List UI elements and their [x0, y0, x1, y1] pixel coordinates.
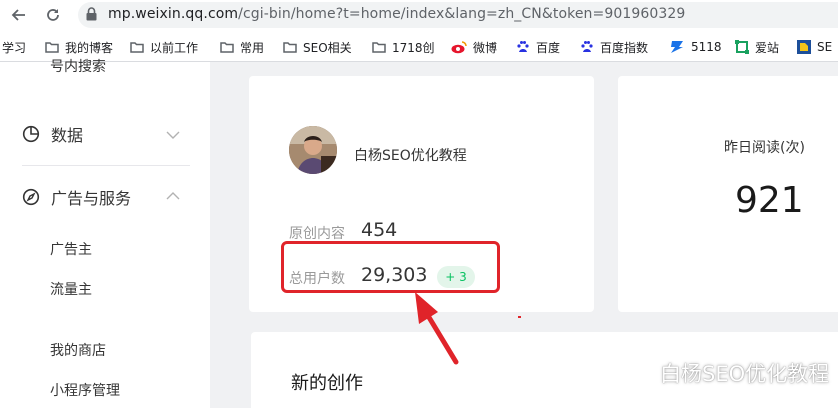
- bookmark-item[interactable]: 常用: [220, 38, 264, 56]
- yesterday-reads-label: 昨日阅读(次): [724, 140, 805, 156]
- bookmark-item[interactable]: 1718创: [372, 38, 435, 56]
- bookmark-item[interactable]: SEO相关: [283, 38, 352, 56]
- account-name[interactable]: 白杨SEO优化教程: [354, 145, 467, 165]
- sidebar-item-publisher[interactable]: 流量主: [50, 279, 92, 299]
- yesterday-reads-card: 昨日阅读(次) 921: [618, 76, 838, 312]
- bookmark-item[interactable]: 百度指数: [580, 38, 648, 56]
- folder-icon: [220, 41, 234, 53]
- bookmark-item[interactable]: 学习: [2, 38, 26, 56]
- bookmark-item[interactable]: 以前工作: [130, 38, 198, 56]
- bookmark-label: SEO相关: [303, 40, 352, 55]
- 5118-icon: [669, 40, 685, 54]
- bookmark-label: 以前工作: [150, 40, 199, 55]
- yesterday-reads-value: 921: [735, 180, 804, 221]
- bookmark-item[interactable]: 5118: [669, 38, 722, 56]
- reload-icon[interactable]: [42, 4, 64, 26]
- baidu-icon: [580, 40, 594, 54]
- bookmark-label: 爱站: [755, 40, 780, 55]
- chart-pie-icon: [22, 125, 40, 143]
- aizhan-icon: [735, 40, 749, 54]
- sidebar-item-my-store[interactable]: 我的商店: [50, 340, 106, 360]
- bookmark-label: SE: [817, 40, 833, 54]
- seo-icon: [797, 40, 811, 54]
- wechat-watermark: 白杨SEO优化教程: [624, 358, 829, 388]
- bookmark-item[interactable]: SE: [797, 38, 832, 56]
- chevron-down-icon[interactable]: [166, 130, 180, 140]
- bookmarks-bar: 学习 我的博客 以前工作 常用 SEO相关 1718创 微博 百度 百度指数 5118 爱站 SE: [0, 30, 838, 62]
- bookmark-label: 1718创: [392, 40, 435, 55]
- compass-icon: [22, 188, 40, 206]
- sidebar-group-label: 广告与服务: [51, 189, 132, 208]
- annotation-highlight-box: [281, 241, 500, 293]
- section-title-new-creation: 新的创作: [291, 373, 363, 394]
- annotation-dot: [518, 316, 521, 318]
- sidebar-item-search[interactable]: 号内搜索: [50, 56, 106, 76]
- bookmark-label: 学习: [2, 40, 27, 55]
- bookmark-label: 微博: [473, 40, 498, 55]
- bookmark-label: 常用: [240, 40, 265, 55]
- original-content-value: 454: [361, 219, 398, 241]
- original-content-label: 原创内容: [289, 226, 345, 242]
- baidu-icon: [516, 40, 530, 54]
- folder-icon: [283, 41, 297, 53]
- url-field[interactable]: mp.weixin.qq.com/cgi-bin/home?t=home/ind…: [78, 2, 838, 28]
- folder-icon: [45, 41, 59, 53]
- sidebar-item-miniprogram[interactable]: 小程序管理: [50, 380, 120, 400]
- wechat-icon: [624, 361, 654, 384]
- folder-icon: [372, 41, 386, 53]
- sidebar: 号内搜索 数据 广告与服务 广告主 流量主 我的商店 小程序管理: [0, 59, 210, 408]
- sidebar-item-advertiser[interactable]: 广告主: [50, 239, 92, 259]
- bookmark-item[interactable]: 百度: [516, 38, 560, 56]
- sidebar-group-label: 数据: [51, 126, 84, 145]
- avatar[interactable]: [289, 126, 337, 174]
- watermark-text: 白杨SEO优化教程: [660, 362, 830, 386]
- bookmark-label: 百度指数: [600, 40, 649, 55]
- bookmark-label: 百度: [536, 40, 561, 55]
- bookmark-item[interactable]: 微博: [451, 38, 497, 56]
- bookmark-label: 我的博客: [65, 40, 114, 55]
- sidebar-group-data[interactable]: 数据: [22, 122, 83, 146]
- annotation-arrow-icon: [415, 292, 459, 365]
- chevron-up-icon[interactable]: [166, 191, 180, 201]
- lock-icon: [86, 7, 97, 21]
- weibo-icon: [451, 40, 467, 54]
- folder-icon: [130, 41, 144, 53]
- bookmark-item[interactable]: 爱站: [735, 38, 779, 56]
- browser-address-bar: mp.weixin.qq.com/cgi-bin/home?t=home/ind…: [0, 0, 838, 30]
- sidebar-divider: [22, 165, 190, 166]
- bookmark-label: 5118: [691, 40, 722, 54]
- bookmark-item[interactable]: 我的博客: [45, 38, 113, 56]
- back-arrow-icon[interactable]: [8, 4, 30, 26]
- url-text: mp.weixin.qq.com/cgi-bin/home?t=home/ind…: [108, 6, 686, 22]
- sidebar-group-ads-services[interactable]: 广告与服务: [22, 185, 131, 209]
- avatar-image: [289, 126, 337, 174]
